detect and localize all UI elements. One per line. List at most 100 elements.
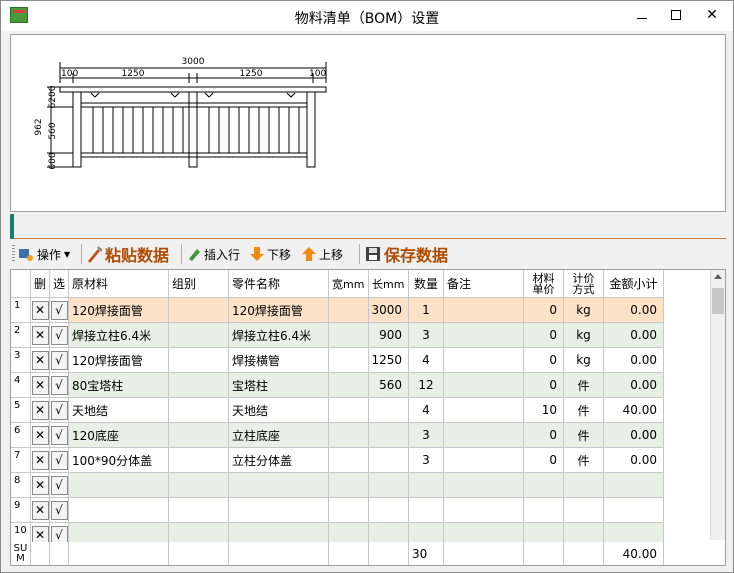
scroll-thumb[interactable] bbox=[712, 288, 724, 314]
cell-width[interactable] bbox=[329, 473, 369, 498]
delete-row-button[interactable]: ✕ bbox=[31, 298, 50, 323]
cell-group[interactable] bbox=[169, 348, 229, 373]
vertical-scrollbar[interactable] bbox=[710, 270, 725, 540]
header-unit-price[interactable]: 材料单价 bbox=[524, 270, 564, 298]
select-row-button[interactable]: √ bbox=[50, 398, 69, 423]
insert-row-button[interactable]: 插入行 bbox=[187, 243, 240, 265]
select-row-button[interactable]: √ bbox=[50, 298, 69, 323]
cell-part-name[interactable] bbox=[229, 498, 329, 523]
cell-pricing-method[interactable]: 件 bbox=[564, 448, 604, 473]
cell-width[interactable] bbox=[329, 398, 369, 423]
table-row[interactable]: 9 ✕ √ bbox=[11, 498, 711, 523]
delete-row-button[interactable]: ✕ bbox=[31, 348, 50, 373]
toolbar-grip[interactable] bbox=[12, 245, 15, 263]
cell-pricing-method[interactable]: kg bbox=[564, 298, 604, 323]
header-group[interactable]: 组别 bbox=[169, 270, 229, 298]
cell-length[interactable] bbox=[369, 423, 409, 448]
close-button[interactable]: ✕ bbox=[691, 2, 733, 28]
cell-subtotal[interactable]: 0.00 bbox=[604, 348, 664, 373]
cell-part-name[interactable]: 立柱底座 bbox=[229, 423, 329, 448]
cell-quantity[interactable]: 1 bbox=[409, 298, 444, 323]
cell-subtotal[interactable]: 40.00 bbox=[604, 398, 664, 423]
cell-part-name[interactable]: 宝塔柱 bbox=[229, 373, 329, 398]
cell-group[interactable] bbox=[169, 323, 229, 348]
paste-data-button[interactable]: 粘贴数据 bbox=[86, 243, 169, 265]
cell-subtotal[interactable]: 0.00 bbox=[604, 323, 664, 348]
cell-pricing-method[interactable]: 件 bbox=[564, 373, 604, 398]
delete-x-icon[interactable]: ✕ bbox=[31, 425, 49, 445]
cell-note[interactable] bbox=[444, 323, 524, 348]
checkmark-icon[interactable]: √ bbox=[50, 500, 68, 520]
cell-quantity[interactable]: 3 bbox=[409, 448, 444, 473]
checkmark-icon[interactable]: √ bbox=[50, 450, 68, 470]
cell-note[interactable] bbox=[444, 298, 524, 323]
cell-length[interactable]: 900 bbox=[369, 323, 409, 348]
cell-unit-price[interactable]: 0 bbox=[524, 348, 564, 373]
cell-note[interactable] bbox=[444, 473, 524, 498]
cell-pricing-method[interactable] bbox=[564, 498, 604, 523]
cell-unit-price[interactable] bbox=[524, 473, 564, 498]
cell-width[interactable] bbox=[329, 448, 369, 473]
cell-material[interactable]: 100*90分体盖 bbox=[69, 448, 169, 473]
delete-x-icon[interactable]: ✕ bbox=[31, 450, 49, 470]
cell-quantity[interactable] bbox=[409, 498, 444, 523]
cell-note[interactable] bbox=[444, 448, 524, 473]
cell-pricing-method[interactable]: kg bbox=[564, 323, 604, 348]
checkmark-icon[interactable]: √ bbox=[50, 300, 68, 320]
cell-pricing-method[interactable] bbox=[564, 473, 604, 498]
cell-pricing-method[interactable]: 件 bbox=[564, 423, 604, 448]
delete-x-icon[interactable]: ✕ bbox=[31, 325, 49, 345]
checkmark-icon[interactable]: √ bbox=[50, 425, 68, 445]
checkmark-icon[interactable]: √ bbox=[50, 475, 68, 495]
cell-subtotal[interactable]: 0.00 bbox=[604, 373, 664, 398]
cell-part-name[interactable]: 120焊接面管 bbox=[229, 298, 329, 323]
cell-material[interactable]: 天地结 bbox=[69, 398, 169, 423]
cell-group[interactable] bbox=[169, 373, 229, 398]
select-row-button[interactable]: √ bbox=[50, 448, 69, 473]
cell-part-name[interactable]: 天地结 bbox=[229, 398, 329, 423]
cell-note[interactable] bbox=[444, 423, 524, 448]
header-width[interactable]: 宽mm bbox=[329, 270, 369, 298]
cell-group[interactable] bbox=[169, 498, 229, 523]
table-row[interactable]: 2 ✕ √ 焊接立柱6.4米 焊接立柱6.4米 900 3 0 kg 0.00 bbox=[11, 323, 711, 348]
delete-x-icon[interactable]: ✕ bbox=[31, 400, 49, 420]
cell-material[interactable]: 120底座 bbox=[69, 423, 169, 448]
select-row-button[interactable]: √ bbox=[50, 498, 69, 523]
cell-quantity[interactable]: 12 bbox=[409, 373, 444, 398]
move-down-button[interactable]: 下移 bbox=[250, 243, 291, 265]
cell-unit-price[interactable]: 0 bbox=[524, 298, 564, 323]
cell-material[interactable] bbox=[69, 498, 169, 523]
cell-width[interactable] bbox=[329, 298, 369, 323]
delete-x-icon[interactable]: ✕ bbox=[31, 300, 49, 320]
header-material[interactable]: 原材料 bbox=[69, 270, 169, 298]
delete-x-icon[interactable]: ✕ bbox=[31, 350, 49, 370]
cell-group[interactable] bbox=[169, 473, 229, 498]
table-row[interactable]: 1 ✕ √ 120焊接面管 120焊接面管 3000 1 0 kg 0.00 bbox=[11, 298, 711, 323]
cell-note[interactable] bbox=[444, 373, 524, 398]
cell-note[interactable] bbox=[444, 348, 524, 373]
header-pricing-method[interactable]: 计价方式 bbox=[564, 270, 604, 298]
cell-part-name[interactable]: 立柱分体盖 bbox=[229, 448, 329, 473]
cell-width[interactable] bbox=[329, 373, 369, 398]
cell-unit-price[interactable]: 10 bbox=[524, 398, 564, 423]
cell-unit-price[interactable]: 0 bbox=[524, 323, 564, 348]
cell-subtotal[interactable] bbox=[604, 473, 664, 498]
cell-quantity[interactable]: 4 bbox=[409, 398, 444, 423]
header-length[interactable]: 长mm bbox=[369, 270, 409, 298]
table-row[interactable]: 4 ✕ √ 80宝塔柱 宝塔柱 560 12 0 件 0.00 bbox=[11, 373, 711, 398]
delete-row-button[interactable]: ✕ bbox=[31, 473, 50, 498]
delete-row-button[interactable]: ✕ bbox=[31, 373, 50, 398]
cell-subtotal[interactable]: 0.00 bbox=[604, 298, 664, 323]
cell-length[interactable] bbox=[369, 448, 409, 473]
operate-menu-button[interactable]: 操作 ▼ bbox=[18, 243, 70, 265]
cell-unit-price[interactable]: 0 bbox=[524, 448, 564, 473]
cell-material[interactable]: 焊接立柱6.4米 bbox=[69, 323, 169, 348]
cell-width[interactable] bbox=[329, 423, 369, 448]
table-row[interactable]: 5 ✕ √ 天地结 天地结 4 10 件 40.00 bbox=[11, 398, 711, 423]
delete-row-button[interactable]: ✕ bbox=[31, 423, 50, 448]
save-data-button[interactable]: 保存数据 bbox=[365, 243, 448, 265]
minimize-button[interactable] bbox=[625, 2, 659, 28]
cell-pricing-method[interactable]: 件 bbox=[564, 398, 604, 423]
cell-unit-price[interactable]: 0 bbox=[524, 423, 564, 448]
delete-row-button[interactable]: ✕ bbox=[31, 448, 50, 473]
